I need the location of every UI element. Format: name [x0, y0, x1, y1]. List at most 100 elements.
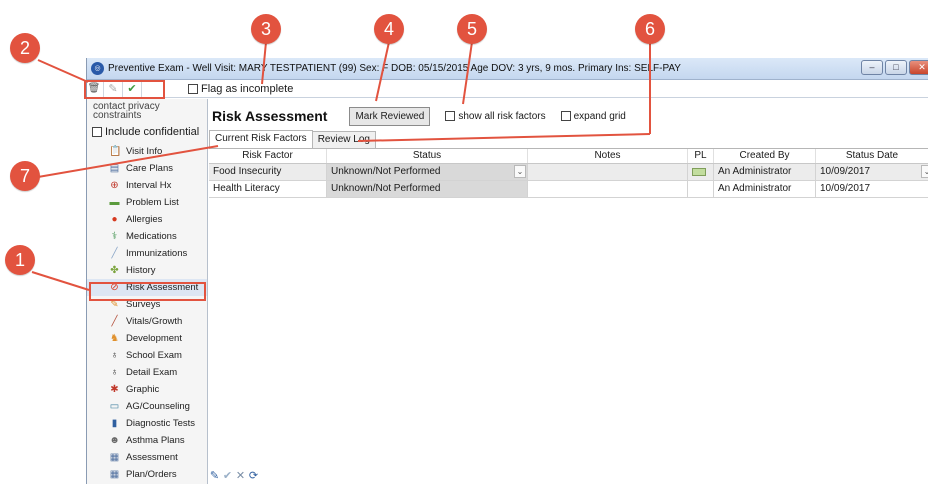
sidebar-item-ag-counseling[interactable]: ▭ AG/Counseling: [87, 398, 207, 415]
notes-cell[interactable]: [528, 181, 688, 197]
notes-cell[interactable]: [528, 164, 688, 180]
sidebar-item-immunizations[interactable]: ╱ Immunizations: [87, 245, 207, 262]
column-header-created-by[interactable]: Created By: [714, 149, 816, 163]
vitals-growth-icon: ╱: [111, 316, 118, 327]
tab-strip: Current Risk Factors Review Log: [209, 130, 376, 148]
sidebar-item-problem-list[interactable]: ▬ Problem List: [87, 194, 207, 211]
sidebar-item-development[interactable]: ♞ Development: [87, 330, 207, 347]
development-icon: ♞: [110, 333, 119, 344]
callout-line-2: [37, 59, 89, 83]
show-all-risk-factors-option[interactable]: show all risk factors: [445, 111, 546, 122]
sidebar-item-label: Diagnostic Tests: [126, 418, 195, 429]
sidebar-item-medications[interactable]: ⚕ Medications: [87, 228, 207, 245]
sidebar-item-history[interactable]: ✤ History: [87, 262, 207, 279]
asthma-plans-icon: ☻: [109, 435, 120, 446]
sidebar-item-label: Vitals/Growth: [126, 316, 183, 327]
page-title: Risk Assessment: [212, 108, 328, 124]
sidebar-item-interval-hx[interactable]: ⊕ Interval Hx: [87, 177, 207, 194]
status-value: Unknown/Not Performed: [331, 166, 441, 177]
expand-grid-option[interactable]: expand grid: [560, 110, 626, 122]
flag-incomplete-option[interactable]: Flag as incomplete: [188, 83, 293, 95]
risk-factor-grid: Risk Factor Status Notes PL Created By S…: [209, 148, 928, 198]
tab-review-log[interactable]: Review Log: [311, 131, 376, 148]
pl-cell[interactable]: [688, 181, 714, 197]
close-button[interactable]: ✕: [909, 60, 928, 75]
table-row[interactable]: Health Literacy Unknown/Not Performed An…: [209, 181, 928, 198]
main-header: Risk Assessment Mark Reviewed show all r…: [212, 105, 626, 127]
window-titlebar[interactable]: ◎ Preventive Exam - Well Visit: MARY TES…: [87, 58, 928, 80]
flag-incomplete-label: Flag as incomplete: [201, 83, 294, 95]
column-header-pl[interactable]: PL: [688, 149, 714, 163]
sidebar-item-label: Problem List: [126, 197, 179, 208]
sidebar-item-allergies[interactable]: ● Allergies: [87, 211, 207, 228]
chevron-down-icon[interactable]: ⌄: [514, 165, 526, 178]
risk-factor-cell: Food Insecurity: [209, 164, 327, 180]
risk-factor-cell: Health Literacy: [209, 181, 327, 197]
column-header-notes[interactable]: Notes: [528, 149, 688, 163]
school-exam-icon: ♁: [110, 350, 119, 361]
immunizations-icon: ╱: [111, 248, 118, 259]
chevron-down-icon[interactable]: ⌄: [921, 165, 928, 178]
sidebar-item-label: Plan/Orders: [126, 469, 177, 480]
grid-header-row: Risk Factor Status Notes PL Created By S…: [209, 149, 928, 164]
screenshot-stage: ◎ Preventive Exam - Well Visit: MARY TES…: [0, 0, 928, 484]
status-date-cell[interactable]: 10/09/2017 ⌄: [816, 164, 928, 180]
confirm-check-icon[interactable]: ✔: [222, 470, 233, 482]
sidebar-item-label: Asthma Plans: [126, 435, 185, 446]
pl-cell[interactable]: [688, 164, 714, 180]
created-by-cell: An Administrator: [714, 164, 816, 180]
column-header-status[interactable]: Status: [327, 149, 528, 163]
history-icon: ✤: [110, 265, 119, 276]
sidebar-item-diagnostic-tests[interactable]: ▮ Diagnostic Tests: [87, 415, 207, 432]
include-confidential-checkbox[interactable]: [92, 127, 102, 137]
sidebar-item-visit-info[interactable]: 📋 Visit Info: [87, 143, 207, 160]
visit-info-icon: 📋: [109, 146, 122, 157]
sidebar-item-label: Development: [126, 333, 182, 344]
privacy-constraints-text: contact privacy constraints: [93, 101, 160, 121]
sidebar-item-plan-orders[interactable]: ▦ Plan/Orders: [87, 466, 207, 483]
flag-incomplete-checkbox[interactable]: [188, 84, 198, 94]
status-cell[interactable]: Unknown/Not Performed: [327, 181, 528, 197]
sidebar-item-label: Immunizations: [126, 248, 188, 259]
tab-current-risk-factors[interactable]: Current Risk Factors: [209, 130, 313, 148]
allergies-icon: ●: [111, 214, 118, 225]
column-header-risk-factor[interactable]: Risk Factor: [209, 149, 327, 163]
maximize-button[interactable]: □: [885, 60, 907, 75]
callout-line-1: [31, 271, 90, 291]
table-row[interactable]: Food Insecurity Unknown/Not Performed ⌄ …: [209, 164, 928, 181]
graphic-icon: ✱: [110, 384, 119, 395]
column-header-status-date[interactable]: Status Date: [816, 149, 928, 163]
edit-pencil-icon[interactable]: ✎: [209, 470, 220, 482]
problem-list-icon[interactable]: [692, 168, 706, 176]
show-all-risk-factors-checkbox[interactable]: [445, 111, 456, 121]
mark-reviewed-button[interactable]: Mark Reviewed: [349, 106, 431, 126]
callout-badge-6: 6: [635, 14, 665, 44]
sidebar-item-label: Detail Exam: [126, 367, 178, 378]
status-date-value: 10/09/2017: [820, 166, 871, 177]
sidebar-item-label: History: [126, 265, 156, 276]
sidebar-item-care-plans[interactable]: ▤ Care Plans: [87, 160, 207, 177]
status-cell[interactable]: Unknown/Not Performed ⌄: [327, 164, 528, 180]
app-logo-icon: ◎: [91, 62, 104, 75]
sidebar-item-assessment[interactable]: ▦ Assessment: [87, 449, 207, 466]
sidebar-item-label: Visit Info: [126, 146, 163, 157]
minimize-button[interactable]: ‒: [861, 60, 883, 75]
sidebar-item-vitals-growth[interactable]: ╱ Vitals/Growth: [87, 313, 207, 330]
sidebar-item-graphic[interactable]: ✱ Graphic: [87, 381, 207, 398]
callout-badge-1: 1: [5, 245, 35, 275]
preventive-exam-window: ◎ Preventive Exam - Well Visit: MARY TES…: [86, 58, 928, 484]
callout-badge-7: 7: [10, 161, 40, 191]
sidebar-item-asthma-plans[interactable]: ☻ Asthma Plans: [87, 432, 207, 449]
plan-orders-icon: ▦: [109, 469, 120, 480]
sidebar-item-detail-exam[interactable]: ♁ Detail Exam: [87, 364, 207, 381]
delete-x-icon[interactable]: ✕: [235, 470, 246, 482]
expand-grid-checkbox[interactable]: [560, 111, 571, 121]
medications-icon: ⚕: [111, 231, 118, 242]
window-controls: ‒ □ ✕: [861, 60, 928, 75]
refresh-icon[interactable]: ⟳: [248, 470, 259, 482]
include-confidential-option[interactable]: Include confidential: [87, 125, 207, 139]
sidebar-item-school-exam[interactable]: ♁ School Exam: [87, 347, 207, 364]
expand-grid-label: expand grid: [573, 110, 626, 122]
highlight-risk-assessment: [89, 282, 206, 301]
status-date-cell[interactable]: 10/09/2017: [816, 181, 928, 197]
